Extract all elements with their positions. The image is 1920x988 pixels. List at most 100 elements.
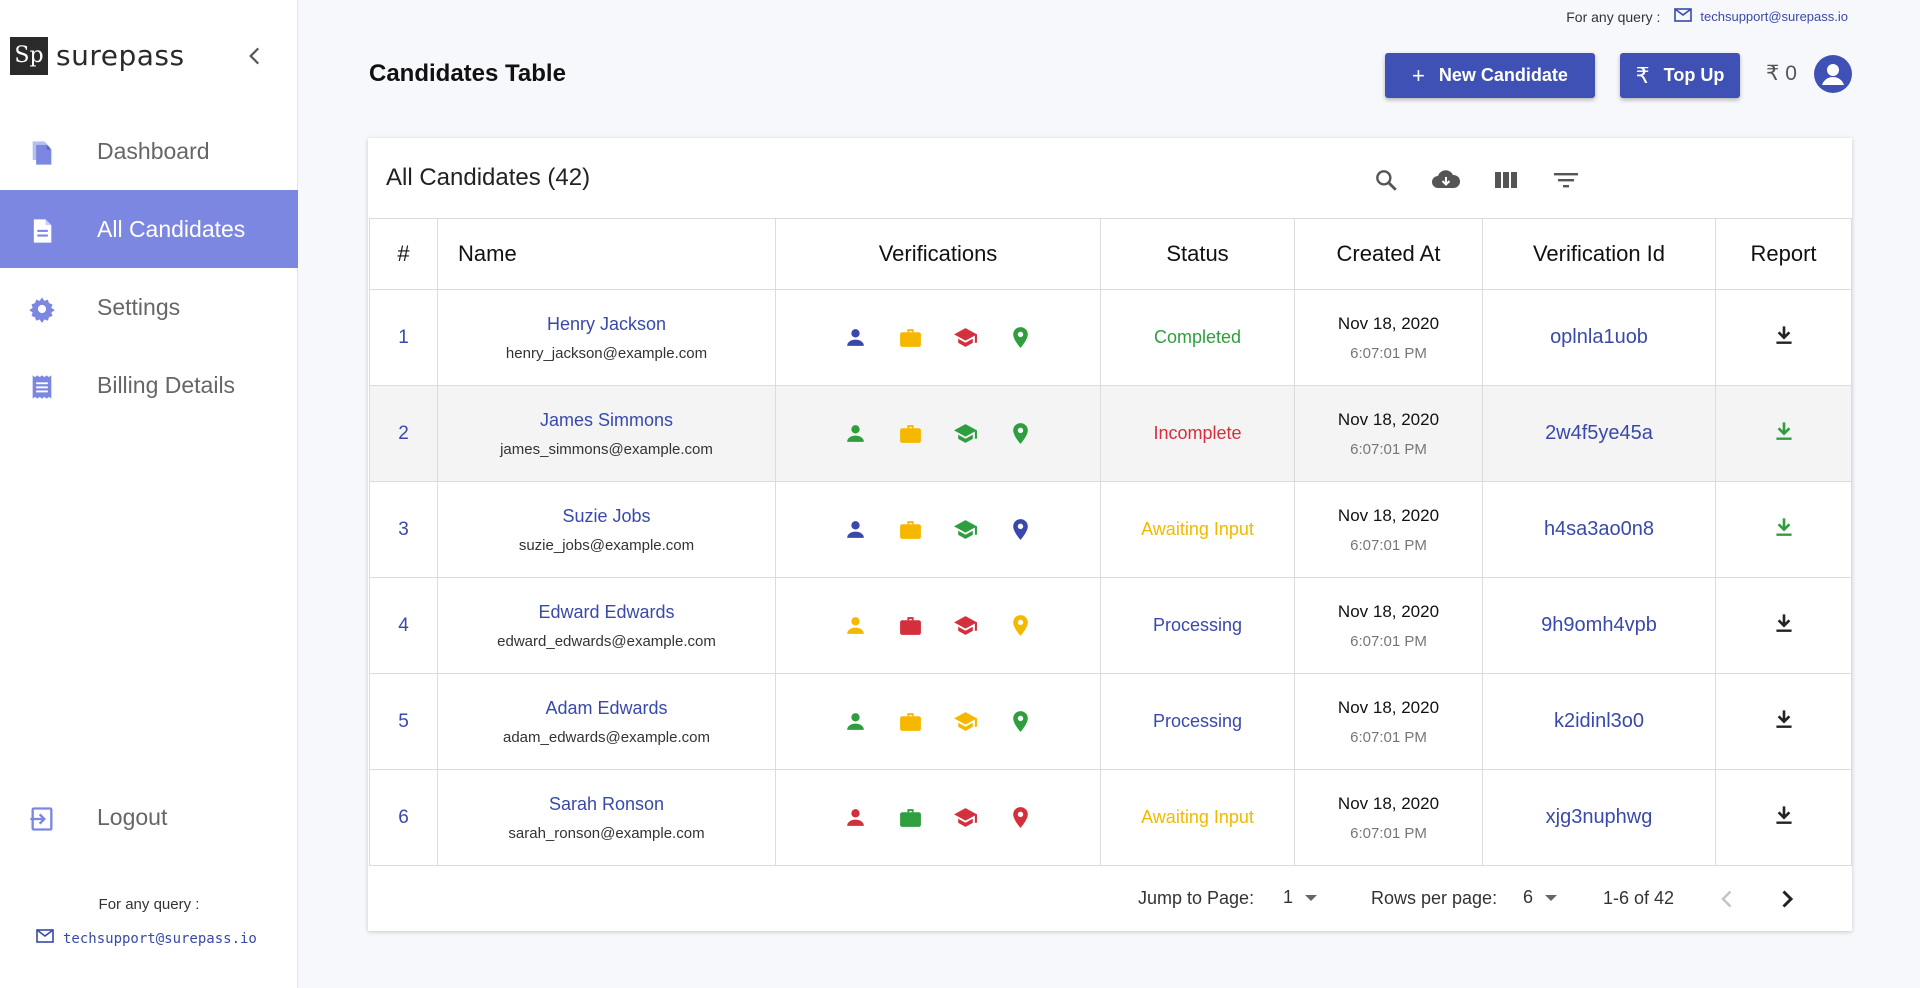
graduation-cap-icon[interactable]: [953, 421, 978, 446]
top-support-email[interactable]: techsupport@surepass.io: [1700, 9, 1848, 24]
cell-index: 2: [369, 385, 438, 482]
briefcase-icon[interactable]: [898, 805, 923, 830]
chevron-left-icon[interactable]: [242, 43, 268, 69]
location-pin-icon[interactable]: [1008, 709, 1033, 734]
location-pin-icon[interactable]: [1008, 517, 1033, 542]
person-icon[interactable]: [843, 325, 868, 350]
created-time: 6:07:01 PM: [1350, 344, 1427, 362]
header-report[interactable]: Report: [1715, 218, 1852, 290]
created-date: Nov 18, 2020: [1337, 601, 1440, 621]
candidate-name-link[interactable]: Sarah Ronson: [438, 794, 775, 815]
download-report-icon[interactable]: [1771, 706, 1797, 732]
location-pin-icon[interactable]: [1008, 421, 1033, 446]
graduation-cap-icon[interactable]: [953, 613, 978, 638]
header-verifications[interactable]: Verifications: [775, 218, 1101, 290]
table-row[interactable]: 1 Henry Jackson henry_jackson@example.co…: [369, 289, 1852, 386]
cell-index: 3: [369, 481, 438, 578]
search-icon[interactable]: [1368, 162, 1404, 198]
candidate-name-link[interactable]: Edward Edwards: [438, 602, 775, 623]
download-report-icon[interactable]: [1771, 802, 1797, 828]
header-verification-id[interactable]: Verification Id: [1482, 218, 1716, 290]
verification-id-link[interactable]: h4sa3ao0n8: [1544, 518, 1654, 540]
logo-mark: Sp: [10, 37, 48, 75]
cell-report: [1715, 769, 1852, 866]
download-report-icon[interactable]: [1771, 322, 1797, 348]
cell-status: Awaiting Input: [1100, 481, 1295, 578]
table-row[interactable]: 6 Sarah Ronson sarah_ronson@example.com …: [369, 769, 1852, 866]
page-title: Candidates Table: [369, 60, 566, 87]
status-text: Awaiting Input: [1141, 519, 1254, 539]
sidebar-item-all-candidates[interactable]: All Candidates: [0, 190, 298, 268]
person-icon[interactable]: [843, 613, 868, 638]
graduation-cap-icon[interactable]: [953, 325, 978, 350]
created-date: Nov 18, 2020: [1337, 313, 1440, 333]
sidebar-item-billing-details[interactable]: Billing Details: [0, 346, 298, 424]
verification-icons: [776, 421, 1100, 446]
table-row[interactable]: 4 Edward Edwards edward_edwards@example.…: [369, 577, 1852, 674]
candidate-name-link[interactable]: Henry Jackson: [438, 314, 775, 335]
location-pin-icon[interactable]: [1008, 325, 1033, 350]
briefcase-icon[interactable]: [898, 709, 923, 734]
graduation-cap-icon[interactable]: [953, 517, 978, 542]
candidate-name-link[interactable]: Adam Edwards: [438, 698, 775, 719]
verification-id-link[interactable]: xjg3nuphwg: [1546, 806, 1653, 828]
briefcase-icon[interactable]: [898, 421, 923, 446]
person-icon[interactable]: [843, 709, 868, 734]
header-name[interactable]: Name: [437, 218, 776, 290]
caret-down-icon: [1305, 894, 1318, 901]
header-status[interactable]: Status: [1100, 218, 1295, 290]
rows-per-page-select[interactable]: 6: [1523, 887, 1558, 908]
previous-page-button[interactable]: [1713, 884, 1743, 914]
briefcase-icon[interactable]: [898, 517, 923, 542]
candidate-email: henry_jackson@example.com: [505, 344, 708, 362]
new-candidate-button[interactable]: + New Candidate: [1385, 53, 1595, 98]
jump-to-page-select[interactable]: 1: [1283, 887, 1318, 908]
table-row[interactable]: 3 Suzie Jobs suzie_jobs@example.com Awai…: [369, 481, 1852, 578]
header-index[interactable]: #: [369, 218, 438, 290]
cloud-download-icon[interactable]: [1428, 162, 1464, 198]
support-email-text: techsupport@surepass.io: [63, 930, 257, 947]
jump-to-page-label: Jump to Page:: [1138, 888, 1255, 908]
verification-icons: [776, 613, 1100, 638]
account-avatar-icon[interactable]: [1814, 55, 1852, 93]
top-up-button[interactable]: ₹ Top Up: [1620, 53, 1740, 98]
table-row[interactable]: 2 James Simmons james_simmons@example.co…: [369, 385, 1852, 482]
candidate-name-link[interactable]: Suzie Jobs: [438, 506, 775, 527]
sidebar-item-settings[interactable]: Settings: [0, 268, 298, 346]
created-date: Nov 18, 2020: [1337, 409, 1440, 429]
sidebar-item-label: Billing Details: [97, 371, 236, 398]
header-created-at[interactable]: Created At: [1294, 218, 1483, 290]
cell-verification-id: k2idinl3o0: [1482, 673, 1716, 770]
verification-id-link[interactable]: 9h9omh4vpb: [1541, 614, 1657, 636]
verification-id-link[interactable]: oplnla1uob: [1550, 326, 1648, 348]
download-report-icon[interactable]: [1771, 514, 1797, 540]
graduation-cap-icon[interactable]: [953, 805, 978, 830]
download-report-icon[interactable]: [1771, 418, 1797, 444]
location-pin-icon[interactable]: [1008, 805, 1033, 830]
logout-button[interactable]: Logout: [0, 778, 298, 856]
person-icon[interactable]: [843, 517, 868, 542]
next-page-button[interactable]: [1771, 884, 1801, 914]
verification-id-link[interactable]: k2idinl3o0: [1554, 710, 1644, 732]
graduation-cap-icon[interactable]: [953, 709, 978, 734]
columns-icon[interactable]: [1488, 162, 1524, 198]
briefcase-icon[interactable]: [898, 325, 923, 350]
download-report-icon[interactable]: [1771, 610, 1797, 636]
person-icon[interactable]: [843, 805, 868, 830]
pagination-range: 1-6 of 42: [1603, 888, 1675, 908]
verification-id-link[interactable]: 2w4f5ye45a: [1545, 422, 1653, 444]
person-icon[interactable]: [843, 421, 868, 446]
filter-icon[interactable]: [1548, 162, 1584, 198]
row-index: 1: [398, 326, 409, 348]
status-text: Completed: [1153, 327, 1242, 347]
candidates-card: All Candidates (42) # Name Verifications…: [368, 138, 1852, 931]
sidebar-item-dashboard[interactable]: Dashboard: [0, 112, 298, 190]
sidebar-support-email[interactable]: techsupport@surepass.io: [36, 929, 257, 948]
location-pin-icon[interactable]: [1008, 613, 1033, 638]
briefcase-icon[interactable]: [898, 613, 923, 638]
cell-created-at: Nov 18, 2020 6:07:01 PM: [1294, 577, 1483, 674]
candidate-name-link[interactable]: James Simmons: [438, 410, 775, 431]
table-row[interactable]: 5 Adam Edwards adam_edwards@example.com …: [369, 673, 1852, 770]
plus-icon: +: [1412, 62, 1425, 88]
sidebar-nav: Dashboard All Candidates Settings Billin…: [0, 112, 298, 424]
